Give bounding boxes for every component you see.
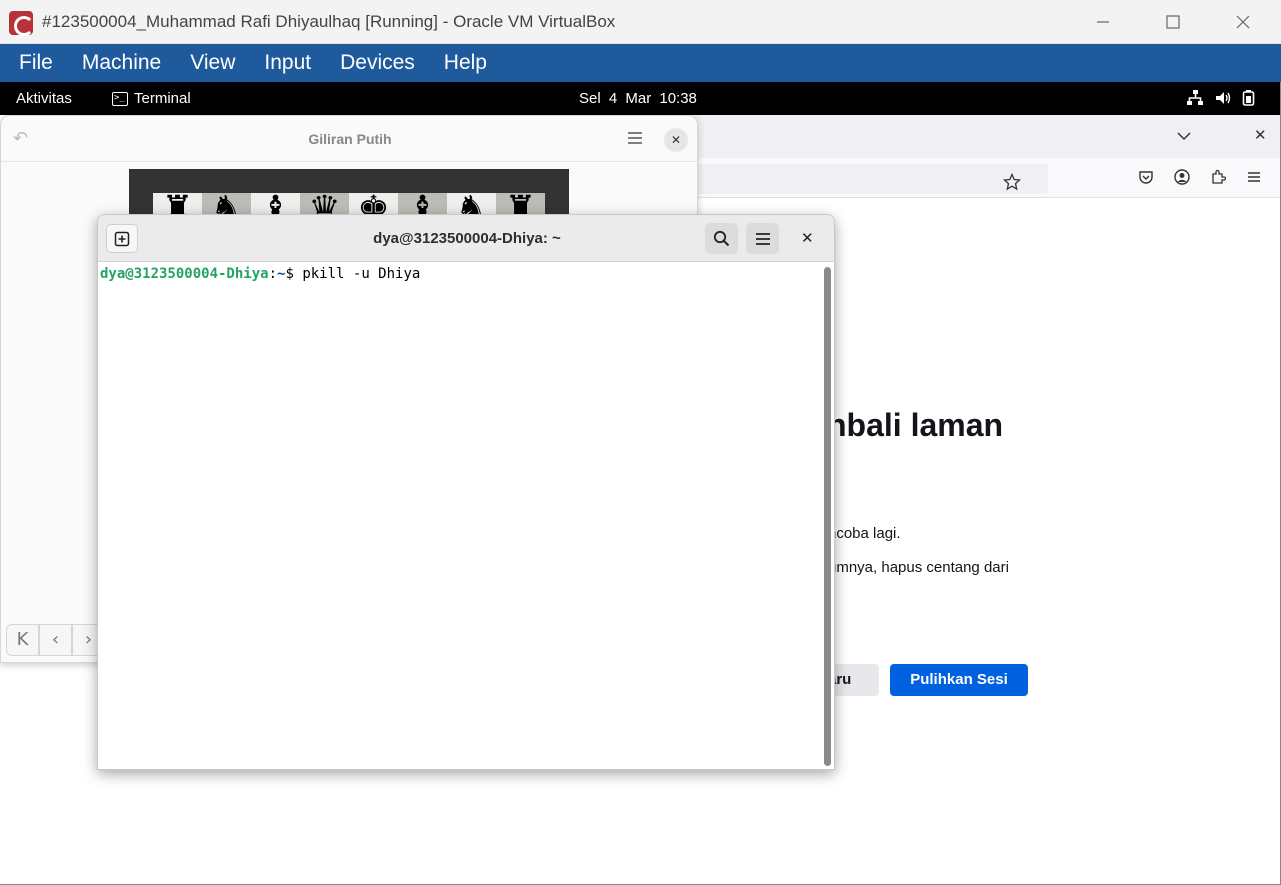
close-icon[interactable]: ✕ bbox=[664, 128, 688, 152]
menu-view[interactable]: View bbox=[190, 51, 235, 75]
menu-button[interactable] bbox=[746, 223, 779, 254]
terminal-output[interactable]: dya@3123500004-Dhiya:~$ pkill -u Dhiya bbox=[98, 262, 834, 769]
activities-button[interactable]: Aktivitas bbox=[16, 90, 72, 107]
chevron-down-icon[interactable] bbox=[1176, 127, 1192, 146]
menu-file[interactable]: File bbox=[19, 51, 53, 75]
bookmark-star-icon[interactable] bbox=[1002, 172, 1022, 195]
volume-icon bbox=[1216, 92, 1231, 104]
command-text: pkill -u Dhiya bbox=[302, 266, 421, 282]
scrollbar[interactable] bbox=[824, 267, 831, 766]
extensions-icon[interactable] bbox=[1210, 169, 1227, 189]
app-menu[interactable]: >_ Terminal bbox=[112, 90, 191, 107]
hamburger-menu-icon[interactable] bbox=[627, 130, 643, 149]
search-icon bbox=[713, 230, 730, 247]
battery-icon bbox=[1242, 90, 1255, 106]
error-heading: nbali laman bbox=[827, 407, 1004, 443]
terminal-window[interactable]: dya@3123500004-Dhiya: ~ ✕ dya@3123500004… bbox=[97, 214, 835, 770]
menu-machine[interactable]: Machine bbox=[82, 51, 161, 75]
terminal-header: dya@3123500004-Dhiya: ~ ✕ bbox=[98, 215, 834, 262]
menu-help[interactable]: Help bbox=[444, 51, 487, 75]
first-move-icon[interactable]: K bbox=[6, 624, 39, 656]
app-menu-label: Terminal bbox=[134, 90, 191, 107]
vbox-titlebar: #123500004_Muhammad Rafi Dhiyaulhaq [Run… bbox=[0, 0, 1281, 44]
chess-header: ↶ Giliran Putih ✕ bbox=[1, 116, 697, 162]
search-button[interactable] bbox=[705, 223, 738, 254]
vbox-menubar: File Machine View Input Devices Help bbox=[0, 44, 1281, 82]
menu-devices[interactable]: Devices bbox=[340, 51, 415, 75]
window-title: #123500004_Muhammad Rafi Dhiyaulhaq [Run… bbox=[42, 12, 616, 31]
hamburger-menu-icon bbox=[755, 232, 770, 245]
hamburger-menu-icon[interactable] bbox=[1246, 169, 1262, 189]
error-text: umnya, hapus centang dari bbox=[828, 559, 1009, 576]
system-tray[interactable] bbox=[1186, 89, 1256, 107]
close-icon[interactable] bbox=[1220, 6, 1266, 38]
prompt-symbol: $ bbox=[285, 266, 303, 282]
terminal-icon: >_ bbox=[112, 91, 128, 106]
virtualbox-debian-icon bbox=[9, 11, 34, 36]
clock[interactable]: Sel 4 Mar 10:38 bbox=[579, 90, 697, 107]
network-icon bbox=[1187, 90, 1203, 105]
error-text: ncoba lagi. bbox=[828, 525, 901, 542]
pocket-icon[interactable] bbox=[1138, 169, 1154, 189]
restore-session-button[interactable]: Pulihkan Sesi bbox=[890, 664, 1028, 696]
guest-display[interactable]: Aktivitas >_ Terminal Sel 4 Mar 10:38 ✕ bbox=[0, 82, 1281, 885]
menu-input[interactable]: Input bbox=[264, 51, 311, 75]
minimize-icon[interactable] bbox=[1080, 6, 1126, 38]
close-icon[interactable]: ✕ bbox=[801, 229, 814, 247]
maximize-icon[interactable] bbox=[1150, 6, 1196, 38]
prompt-separator: : bbox=[268, 266, 278, 282]
history-navigation: K ‹ › bbox=[6, 624, 105, 656]
chess-title: Giliran Putih bbox=[308, 131, 392, 147]
previous-move-icon[interactable]: ‹ bbox=[39, 624, 72, 656]
account-icon[interactable] bbox=[1174, 169, 1190, 189]
firefox-nav-bar bbox=[680, 158, 1280, 198]
firefox-tab-bar: ✕ bbox=[680, 115, 1280, 158]
prompt-user: dya@3123500004-Dhiya bbox=[100, 266, 269, 282]
close-icon[interactable]: ✕ bbox=[1254, 126, 1267, 144]
url-bar[interactable] bbox=[680, 164, 1048, 194]
gnome-top-bar: Aktivitas >_ Terminal Sel 4 Mar 10:38 bbox=[0, 82, 1280, 115]
